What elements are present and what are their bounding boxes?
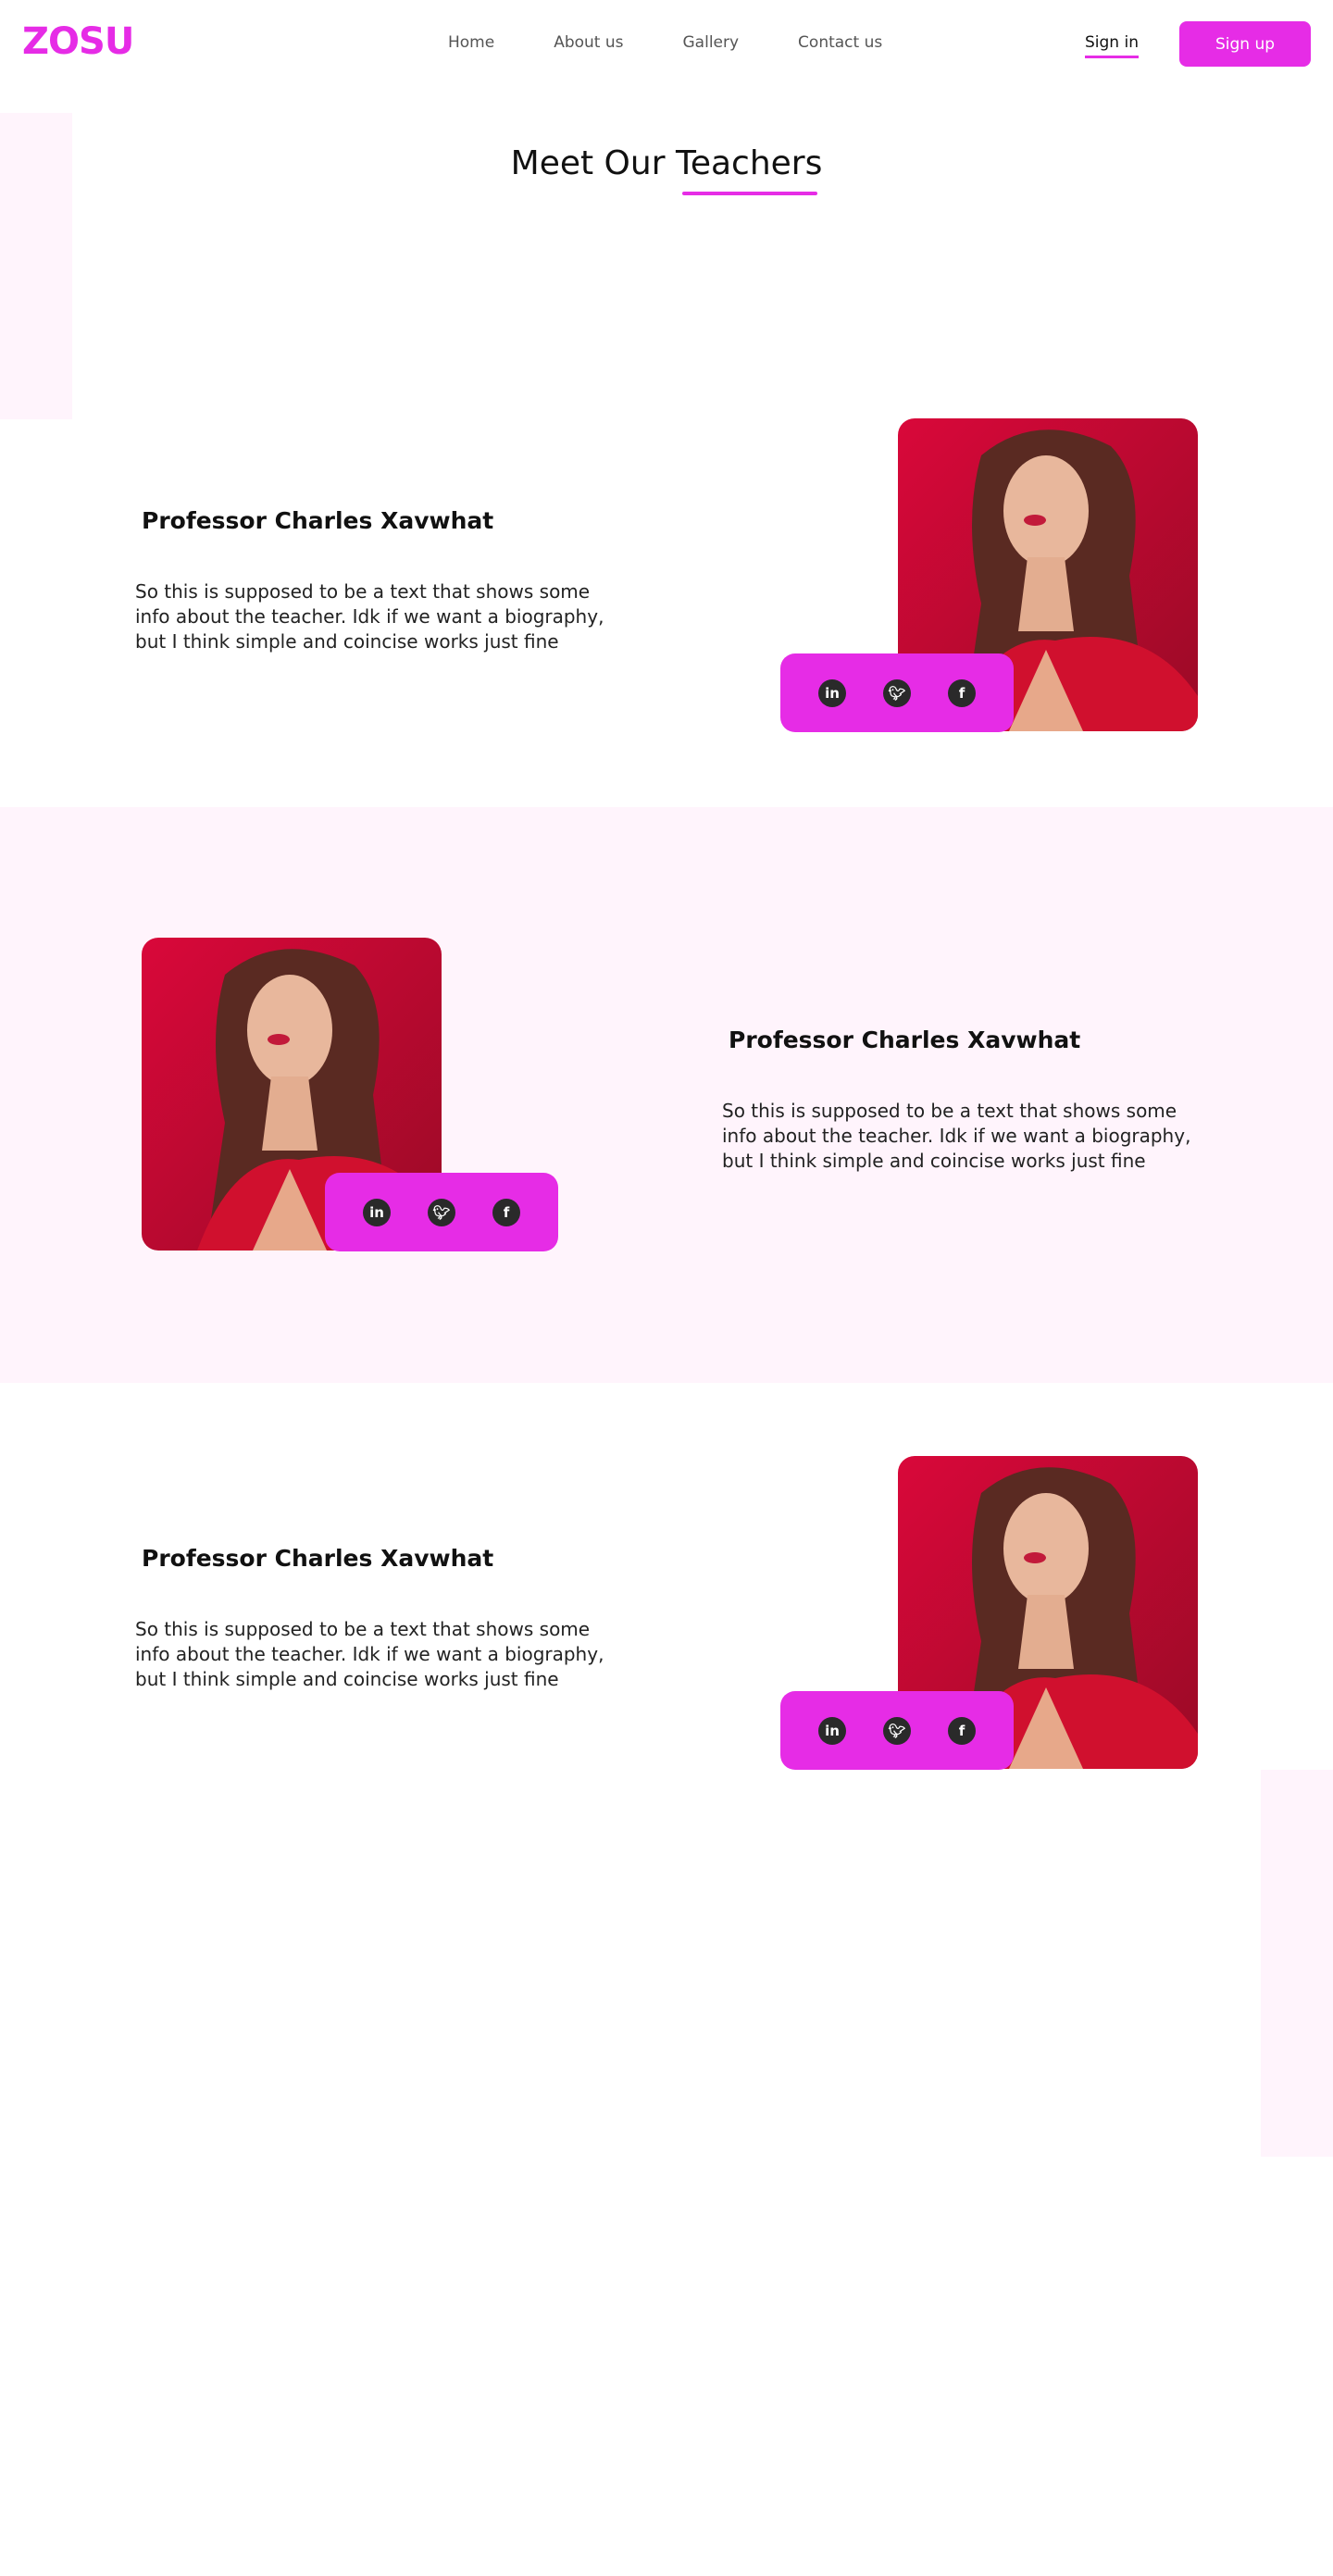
twitter-icon[interactable]: 🐦︎	[428, 1198, 455, 1226]
page-title: Meet Our Teachers	[510, 144, 823, 182]
main-nav: Home About us Gallery Contact us	[448, 33, 941, 52]
teacher-bio: So this is supposed to be a text that sh…	[722, 1100, 1191, 1172]
social-links: in 🐦︎ f	[780, 1691, 1014, 1770]
facebook-icon[interactable]: f	[492, 1198, 520, 1226]
twitter-icon[interactable]: 🐦︎	[883, 1716, 911, 1745]
nav-home[interactable]: Home	[448, 33, 494, 52]
sign-up-button[interactable]: Sign up	[1179, 21, 1311, 67]
linkedin-icon[interactable]: in	[818, 1716, 846, 1745]
teacher-name: Professor Charles Xavwhat	[142, 507, 494, 534]
linkedin-icon[interactable]: in	[363, 1198, 391, 1226]
social-links: in 🐦︎ f	[780, 653, 1014, 732]
teacher-name: Professor Charles Xavwhat	[142, 1545, 494, 1572]
teacher-card-1: Professor Charles Xavwhat So this is sup…	[0, 418, 1333, 789]
social-links: in 🐦︎ f	[325, 1173, 558, 1251]
teacher-card-3: Professor Charles Xavwhat So this is sup…	[0, 1456, 1333, 1826]
nav-gallery[interactable]: Gallery	[683, 33, 740, 52]
sign-in-link[interactable]: Sign in	[1085, 33, 1139, 58]
site-header: ZOSU Home About us Gallery Contact us Si…	[0, 0, 1333, 88]
facebook-icon[interactable]: f	[948, 678, 976, 707]
logo[interactable]: ZOSU	[22, 20, 134, 63]
twitter-icon[interactable]: 🐦︎	[883, 678, 911, 707]
nav-about[interactable]: About us	[554, 33, 623, 52]
teacher-name: Professor Charles Xavwhat	[729, 1027, 1081, 1053]
teacher-bio: So this is supposed to be a text that sh…	[135, 1618, 604, 1690]
linkedin-icon[interactable]: in	[818, 678, 846, 707]
nav-contact[interactable]: Contact us	[798, 33, 882, 52]
facebook-icon[interactable]: f	[948, 1716, 976, 1745]
decorative-band-right	[1261, 1770, 1333, 2157]
teacher-bio: So this is supposed to be a text that sh…	[135, 580, 604, 653]
teacher-card-2: in 🐦︎ f Professor Charles Xavwhat So thi…	[0, 938, 1333, 1308]
title-underline	[682, 192, 817, 195]
